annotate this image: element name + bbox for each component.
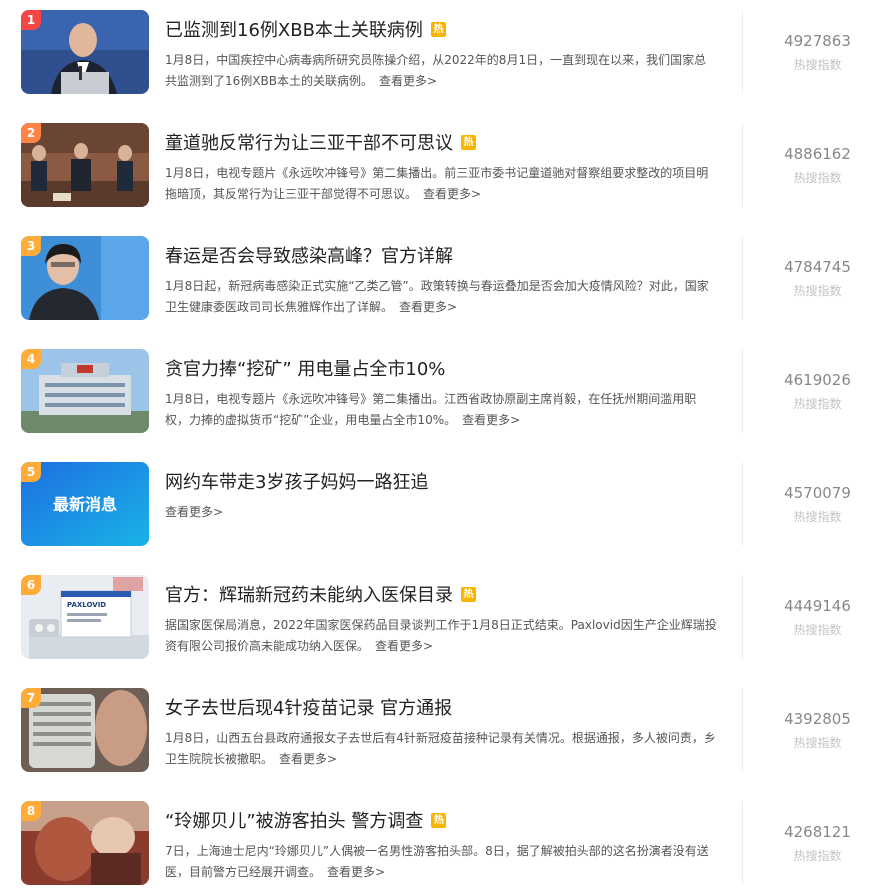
- rank-badge: 2: [21, 123, 41, 143]
- hot-index-label: 热搜指数: [793, 397, 842, 411]
- news-item[interactable]: PAXLOVID 6 官方：辉瑞新冠药未能纳入医保目录 热 据国家医保局消息，2…: [0, 575, 869, 663]
- news-item[interactable]: 2 童道驰反常行为让三亚干部不可思议 热 1月8日，电视专题片《永远吹冲锋号》第…: [0, 123, 869, 211]
- divider: [742, 10, 743, 94]
- hot-index-value: 4784745: [784, 258, 851, 276]
- hot-news-list: 1 已监测到16例XBB本土关联病例 热 1月8日，中国疾控中心病毒病所研究员陈…: [0, 0, 869, 893]
- news-title[interactable]: 网约车带走3岁孩子妈妈一路狂追: [165, 468, 428, 494]
- hot-index-label: 热搜指数: [793, 510, 842, 524]
- news-summary: 1月8日，山西五台县政府通报女子去世后有4针新冠疫苗接种记录有关情况。根据通报，…: [165, 731, 716, 766]
- news-thumbnail[interactable]: 8: [21, 801, 149, 885]
- news-summary: 查看更多>: [165, 502, 717, 523]
- view-more-link[interactable]: 查看更多>: [462, 413, 520, 427]
- news-title[interactable]: “玲娜贝儿”被游客拍头 警方调查: [165, 807, 423, 833]
- view-more-link[interactable]: 查看更多>: [399, 300, 457, 314]
- hot-index-value: 4619026: [784, 371, 851, 389]
- divider: [742, 801, 743, 885]
- rank-badge: 7: [21, 688, 41, 708]
- view-more-link[interactable]: 查看更多>: [279, 752, 337, 766]
- news-title[interactable]: 女子去世后现4针疫苗记录 官方通报: [165, 694, 452, 720]
- news-thumbnail[interactable]: 1: [21, 10, 149, 94]
- view-more-link[interactable]: 查看更多>: [375, 639, 433, 653]
- news-title[interactable]: 官方：辉瑞新冠药未能纳入医保目录: [165, 581, 453, 607]
- hot-index-value: 4927863: [784, 32, 851, 50]
- view-more-link[interactable]: 查看更多>: [379, 74, 437, 88]
- news-thumbnail[interactable]: 最新消息 5: [21, 462, 149, 546]
- news-summary: 1月8日起，新冠病毒感染正式实施“乙类乙管”。政策转换与春运叠加是否会加大疫情风…: [165, 279, 709, 314]
- news-item[interactable]: 4 贪官力捧“挖矿” 用电量占全市10% 1月8日，电视专题片《永远吹冲锋号》第…: [0, 349, 869, 437]
- view-more-link[interactable]: 查看更多>: [165, 505, 223, 519]
- news-thumbnail[interactable]: PAXLOVID 6: [21, 575, 149, 659]
- news-title[interactable]: 已监测到16例XBB本土关联病例: [165, 16, 423, 42]
- news-title[interactable]: 春运是否会导致感染高峰？官方详解: [165, 242, 453, 268]
- news-item[interactable]: 最新消息 5 网约车带走3岁孩子妈妈一路狂追 查看更多> 4570079 热搜指…: [0, 462, 869, 550]
- rank-badge: 3: [21, 236, 41, 256]
- hot-index-value: 4449146: [784, 597, 851, 615]
- rank-badge: 1: [21, 10, 41, 30]
- hot-index-label: 热搜指数: [793, 849, 842, 863]
- divider: [742, 123, 743, 207]
- divider: [742, 349, 743, 433]
- divider: [742, 462, 743, 546]
- news-thumbnail[interactable]: 3: [21, 236, 149, 320]
- news-thumbnail[interactable]: 2: [21, 123, 149, 207]
- hot-index-value: 4570079: [784, 484, 851, 502]
- news-item[interactable]: 7 女子去世后现4针疫苗记录 官方通报 1月8日，山西五台县政府通报女子去世后有…: [0, 688, 869, 776]
- hot-index-value: 4886162: [784, 145, 851, 163]
- view-more-link[interactable]: 查看更多>: [327, 865, 385, 879]
- hot-badge: 热: [461, 134, 476, 150]
- news-item[interactable]: 1 已监测到16例XBB本土关联病例 热 1月8日，中国疾控中心病毒病所研究员陈…: [0, 10, 869, 98]
- divider: [742, 688, 743, 772]
- news-thumbnail[interactable]: 7: [21, 688, 149, 772]
- hot-index-label: 热搜指数: [793, 623, 842, 637]
- news-title[interactable]: 童道驰反常行为让三亚干部不可思议: [165, 129, 453, 155]
- news-summary: 1月8日，中国疾控中心病毒病所研究员陈操介绍，从2022年的8月1日，一直到现在…: [165, 53, 707, 88]
- view-more-link[interactable]: 查看更多>: [423, 187, 481, 201]
- thumbnail-text: PAXLOVID: [67, 601, 106, 609]
- news-item[interactable]: 8 “玲娜贝儿”被游客拍头 警方调查 热 7日，上海迪士尼内“玲娜贝儿”人偶被一…: [0, 801, 869, 889]
- hot-index-label: 热搜指数: [793, 58, 842, 72]
- hot-badge: 热: [461, 586, 476, 602]
- thumbnail-text: 最新消息: [53, 495, 117, 514]
- divider: [742, 575, 743, 659]
- hot-index-label: 热搜指数: [793, 171, 842, 185]
- hot-index-label: 热搜指数: [793, 284, 842, 298]
- news-summary: 7日，上海迪士尼内“玲娜贝儿”人偶被一名男性游客拍头部。8日，据了解被拍头部的这…: [165, 844, 709, 879]
- news-thumbnail[interactable]: 4: [21, 349, 149, 433]
- news-summary: 1月8日，电视专题片《永远吹冲锋号》第二集播出。前三亚市委书记童道驰对督察组要求…: [165, 166, 709, 201]
- hot-index-value: 4392805: [784, 710, 851, 728]
- hot-index-label: 热搜指数: [793, 736, 842, 750]
- news-summary: 据国家医保局消息，2022年国家医保药品目录谈判工作于1月8日正式结束。Paxl…: [165, 618, 717, 653]
- news-item[interactable]: 3 春运是否会导致感染高峰？官方详解 1月8日起，新冠病毒感染正式实施“乙类乙管…: [0, 236, 869, 324]
- news-title[interactable]: 贪官力捧“挖矿” 用电量占全市10%: [165, 355, 445, 381]
- divider: [742, 236, 743, 320]
- hot-index-value: 4268121: [784, 823, 851, 841]
- news-summary: 1月8日，电视专题片《永远吹冲锋号》第二集播出。江西省政协原副主席肖毅，在任抚州…: [165, 392, 697, 427]
- rank-badge: 8: [21, 801, 41, 821]
- rank-badge: 4: [21, 349, 41, 369]
- rank-badge: 6: [21, 575, 41, 595]
- rank-badge: 5: [21, 462, 41, 482]
- hot-badge: 热: [430, 21, 446, 37]
- hot-badge: 热: [431, 812, 447, 828]
